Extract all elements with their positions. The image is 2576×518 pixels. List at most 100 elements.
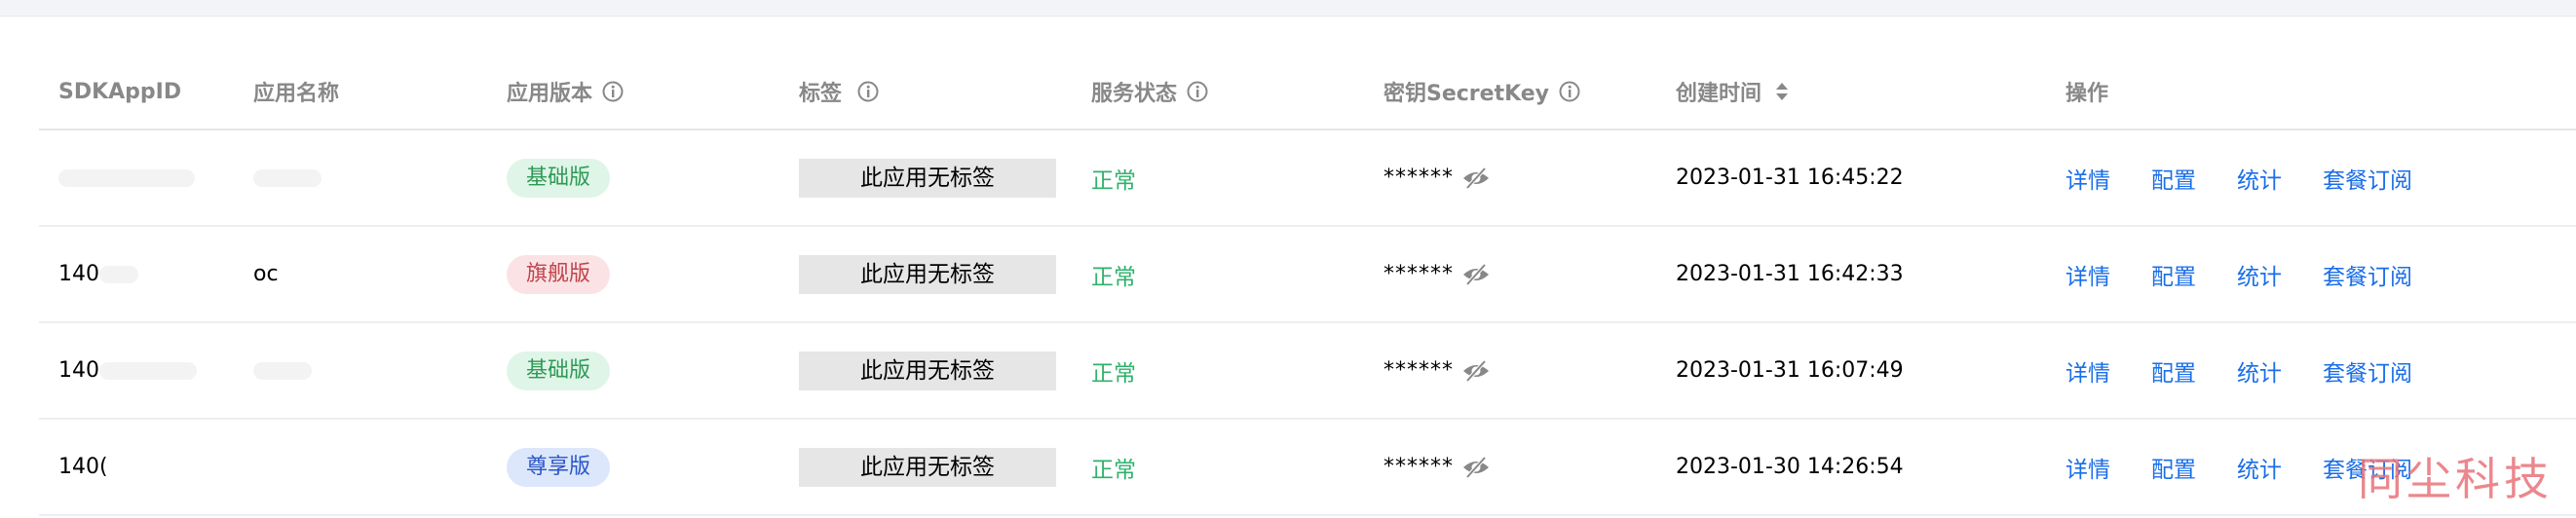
secret-key-cell: ****** <box>1383 323 1491 418</box>
version-badge: 基础版 <box>507 158 611 198</box>
header-service-status: 服务状态 <box>1091 55 1208 129</box>
tag-cell: 此应用无标签 <box>799 420 1056 514</box>
version-badge: 基础版 <box>507 351 611 390</box>
detail-link[interactable]: 详情 <box>2065 162 2110 195</box>
sort-icon[interactable] <box>1775 82 1789 101</box>
header-created-time[interactable]: 创建时间 <box>1676 55 1789 129</box>
created-time-cell: 2023-01-31 16:45:22 <box>1676 130 1904 225</box>
sdkappid-cell: 140( <box>58 420 108 514</box>
app-version-cell: 基础版 <box>507 130 611 225</box>
application-table: SDKAppID 应用名称 应用版本 标签 服务状态 密钥SecretKey 创… <box>39 55 2576 516</box>
header-app-name-label: 应用名称 <box>253 82 340 106</box>
secret-key-masked: ****** <box>1383 166 1454 190</box>
created-time-value: 2023-01-31 16:42:33 <box>1676 262 1904 286</box>
actions-cell: 详情 配置 统计 套餐订阅 <box>2065 323 2453 418</box>
tag-cell: 此应用无标签 <box>799 227 1056 321</box>
header-service-status-label: 服务状态 <box>1091 82 1178 106</box>
header-created-time-label: 创建时间 <box>1676 82 1762 106</box>
eye-off-icon[interactable] <box>1461 166 1491 190</box>
app-version-cell: 尊享版 <box>507 420 611 514</box>
secret-key-cell: ****** <box>1383 227 1491 321</box>
subscribe-link[interactable]: 套餐订阅 <box>2323 354 2412 388</box>
created-time-value: 2023-01-31 16:07:49 <box>1676 358 1904 383</box>
header-actions: 操作 <box>2065 55 2108 129</box>
header-tag-label: 标签 <box>799 82 843 106</box>
masked-id <box>58 168 195 187</box>
tag-cell: 此应用无标签 <box>799 323 1056 418</box>
header-app-name: 应用名称 <box>253 55 339 129</box>
header-secret-key-label: 密钥SecretKey <box>1383 82 1550 106</box>
tag-cell: 此应用无标签 <box>799 130 1056 225</box>
status-text: 正常 <box>1091 264 1136 290</box>
sdkappid-value: 140 <box>58 358 99 383</box>
service-status-cell: 正常 <box>1091 130 1136 225</box>
info-icon[interactable] <box>857 81 879 102</box>
table-row: 140 oc 旗舰版 此应用无标签 正常 ****** 2023-01-31 1… <box>39 227 2576 323</box>
secret-key-masked: ****** <box>1383 455 1454 479</box>
no-tag-box[interactable]: 此应用无标签 <box>799 158 1056 198</box>
actions-cell: 详情 配置 统计 套餐订阅 <box>2065 227 2453 321</box>
config-link[interactable]: 配置 <box>2151 354 2196 388</box>
watermark: 同尘科技 <box>2358 453 2553 505</box>
header-sdkappid: SDKAppID <box>58 55 181 129</box>
sdkappid-cell <box>58 130 195 225</box>
header-tag: 标签 <box>799 55 879 129</box>
app-version-cell: 旗舰版 <box>507 227 611 321</box>
status-text: 正常 <box>1091 457 1136 483</box>
stats-link[interactable]: 统计 <box>2237 162 2282 195</box>
app-name-value: oc <box>253 262 279 286</box>
secret-key-masked: ****** <box>1383 358 1454 383</box>
status-text: 正常 <box>1091 360 1136 387</box>
service-status-cell: 正常 <box>1091 323 1136 418</box>
stats-link[interactable]: 统计 <box>2237 354 2282 388</box>
info-icon[interactable] <box>1559 81 1580 102</box>
masked-id <box>99 361 197 380</box>
detail-link[interactable]: 详情 <box>2065 258 2110 291</box>
masked-id <box>99 265 138 283</box>
masked-name <box>253 361 312 380</box>
actions-cell: 详情 配置 统计 套餐订阅 <box>2065 130 2453 225</box>
detail-link[interactable]: 详情 <box>2065 354 2110 388</box>
header-app-version: 应用版本 <box>507 55 624 129</box>
eye-off-icon[interactable] <box>1461 359 1491 383</box>
app-version-cell: 基础版 <box>507 323 611 418</box>
masked-name <box>253 168 322 187</box>
table-row: 基础版 此应用无标签 正常 ****** 2023-01-31 16:45:22… <box>39 130 2576 227</box>
config-link[interactable]: 配置 <box>2151 451 2196 484</box>
table-row: 140 基础版 此应用无标签 正常 ****** 2023-01-31 16:0… <box>39 323 2576 420</box>
header-secret-key: 密钥SecretKey <box>1383 55 1580 129</box>
no-tag-box[interactable]: 此应用无标签 <box>799 254 1056 294</box>
status-text: 正常 <box>1091 167 1136 194</box>
created-time-cell: 2023-01-31 16:07:49 <box>1676 323 1904 418</box>
version-badge: 尊享版 <box>507 447 611 487</box>
no-tag-box[interactable]: 此应用无标签 <box>799 447 1056 487</box>
table-header: SDKAppID 应用名称 应用版本 标签 服务状态 密钥SecretKey 创… <box>39 55 2576 130</box>
app-name-cell <box>253 323 312 418</box>
info-icon[interactable] <box>602 81 624 102</box>
sdkappid-cell: 140 <box>58 323 197 418</box>
config-link[interactable]: 配置 <box>2151 162 2196 195</box>
eye-off-icon[interactable] <box>1461 456 1491 479</box>
header-actions-label: 操作 <box>2065 82 2109 106</box>
app-name-cell <box>253 130 322 225</box>
table-row: 140( 尊享版 此应用无标签 正常 ****** 2023-01-30 14:… <box>39 420 2576 516</box>
created-time-value: 2023-01-31 16:45:22 <box>1676 166 1904 190</box>
header-app-version-label: 应用版本 <box>507 82 593 106</box>
stats-link[interactable]: 统计 <box>2237 258 2282 291</box>
info-icon[interactable] <box>1187 81 1208 102</box>
sdkappid-value: 140( <box>58 455 108 479</box>
detail-link[interactable]: 详情 <box>2065 451 2110 484</box>
subscribe-link[interactable]: 套餐订阅 <box>2323 258 2412 291</box>
eye-off-icon[interactable] <box>1461 263 1491 286</box>
stats-link[interactable]: 统计 <box>2237 451 2282 484</box>
app-name-cell: oc <box>253 227 279 321</box>
service-status-cell: 正常 <box>1091 227 1136 321</box>
no-tag-box[interactable]: 此应用无标签 <box>799 351 1056 390</box>
service-status-cell: 正常 <box>1091 420 1136 514</box>
version-badge: 旗舰版 <box>507 254 611 294</box>
subscribe-link[interactable]: 套餐订阅 <box>2323 162 2412 195</box>
config-link[interactable]: 配置 <box>2151 258 2196 291</box>
created-time-cell: 2023-01-30 14:26:54 <box>1676 420 1904 514</box>
created-time-value: 2023-01-30 14:26:54 <box>1676 455 1904 479</box>
secret-key-masked: ****** <box>1383 262 1454 286</box>
